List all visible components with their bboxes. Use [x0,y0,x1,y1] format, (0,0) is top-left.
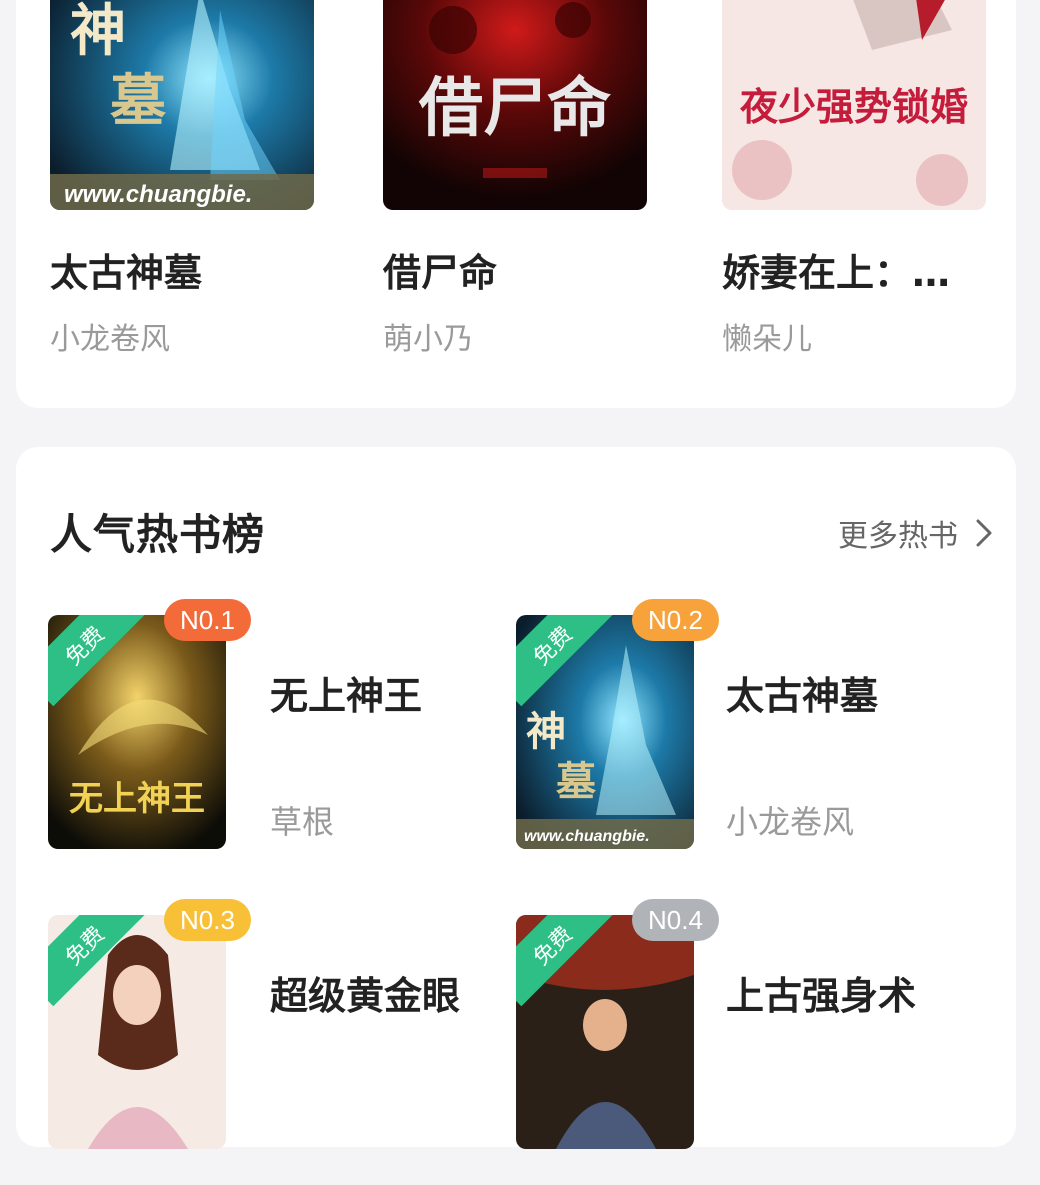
svg-text:www.chuangbie.: www.chuangbie. [524,828,650,845]
book-cover[interactable]: 神 墓 www.chuangbie. 免费 [516,615,694,849]
book-cover[interactable]: 夜少强势锁婚 [722,0,986,210]
book-author: 草根 [270,803,335,841]
rank-card: 人气热书榜 更多热书 无上神王 免费 N0.1 无上神王 草根 神 墓 www.… [16,447,1016,1149]
svg-text:神: 神 [526,708,566,755]
rank-badge: N0.4 [632,899,719,941]
book-author: 小龙卷风 [726,803,855,841]
svg-text:墓: 墓 [556,758,597,805]
rank-item-2[interactable]: 神 墓 www.chuangbie. 免费 N0.2 太古神墓 小龙卷风 [516,599,976,885]
book-title[interactable]: 无上神王 [270,665,422,720]
rank-item-1[interactable]: 无上神王 免费 N0.1 无上神王 草根 [48,599,508,885]
rank-badge: N0.3 [164,899,251,941]
more-label[interactable]: 更多热书 [838,511,958,555]
book-author: 萌小乃 [383,322,473,357]
book-cover[interactable]: 免费 [516,915,694,1149]
book-cover[interactable]: 借尸命 [383,0,647,210]
section-title: 人气热书榜 [50,510,266,559]
recommend-card: 神 墓 www.chuangbie. 太古神墓 小龙卷风 借尸命 借尸命 萌小乃… [16,0,1016,408]
svg-text:www.chuangbie.: www.chuangbie. [64,181,252,208]
more-hot-books-link[interactable]: 更多热书 [838,511,992,555]
book-title[interactable]: 太古神墓 [726,665,878,720]
book-title[interactable]: 超级黄金眼 [270,965,460,1020]
book-title[interactable]: 上古强身术 [726,965,916,1020]
book-title[interactable]: 娇妻在上：… [722,242,988,297]
rank-item-4[interactable]: 免费 N0.4 上古强身术 [516,899,976,1185]
book-cover[interactable]: 神 墓 www.chuangbie. [50,0,314,210]
book-cover[interactable]: 免费 [48,915,226,1149]
rank-badge: N0.1 [164,599,251,641]
svg-text:神: 神 [70,0,126,64]
book-author: 小龙卷风 [50,322,170,357]
svg-text:夜少强势锁婚: 夜少强势锁婚 [739,84,968,129]
chevron-right-icon [976,519,992,547]
book-title[interactable]: 借尸命 [383,242,649,297]
book-title[interactable]: 太古神墓 [50,242,316,297]
svg-text:墓: 墓 [110,68,167,134]
rank-badge: N0.2 [632,599,719,641]
svg-text:无上神王: 无上神王 [69,779,205,819]
rank-item-3[interactable]: 免费 N0.3 超级黄金眼 [48,899,508,1185]
svg-text:借尸命: 借尸命 [418,71,611,146]
book-author: 懒朵儿 [722,322,812,357]
book-cover[interactable]: 无上神王 免费 [48,615,226,849]
